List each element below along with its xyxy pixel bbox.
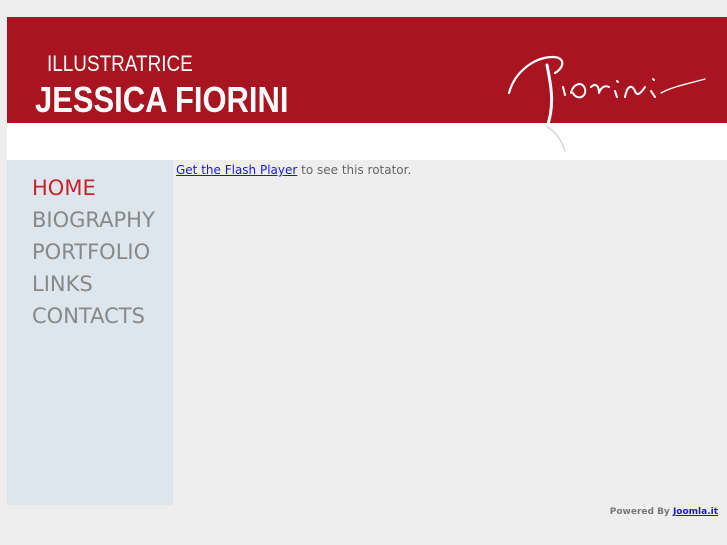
site-header: ILLUSTRATRICE JESSICA FIORINI — [7, 17, 727, 160]
sidebar: HOME BIOGRAPHY PORTFOLIO LINKS CONTACTS — [7, 160, 173, 505]
main-menu: HOME BIOGRAPHY PORTFOLIO LINKS CONTACTS — [32, 174, 155, 334]
header-title: JESSICA FIORINI — [35, 79, 289, 120]
signature-logo-icon — [507, 55, 706, 160]
header-subtitle: ILLUSTRATRICE — [47, 51, 193, 76]
flash-player-link[interactable]: Get the Flash Player — [176, 163, 297, 177]
page: ILLUSTRATRICE JESSICA FIORINI HOME BIOGR… — [0, 0, 727, 545]
menu-item-biography[interactable]: BIOGRAPHY — [32, 206, 155, 238]
powered-by-label: Powered By — [609, 507, 673, 517]
rotator-placeholder: Get the Flash Player to see this rotator… — [176, 163, 411, 177]
joomla-link[interactable]: Joomla.it — [673, 507, 718, 517]
menu-item-links[interactable]: LINKS — [32, 270, 155, 302]
menu-item-contacts[interactable]: CONTACTS — [32, 302, 155, 334]
footer: Powered By Joomla.it — [610, 507, 718, 517]
menu-item-portfolio[interactable]: PORTFOLIO — [32, 238, 155, 270]
menu-item-home[interactable]: HOME — [32, 174, 155, 206]
rotator-message: to see this rotator. — [297, 163, 412, 177]
